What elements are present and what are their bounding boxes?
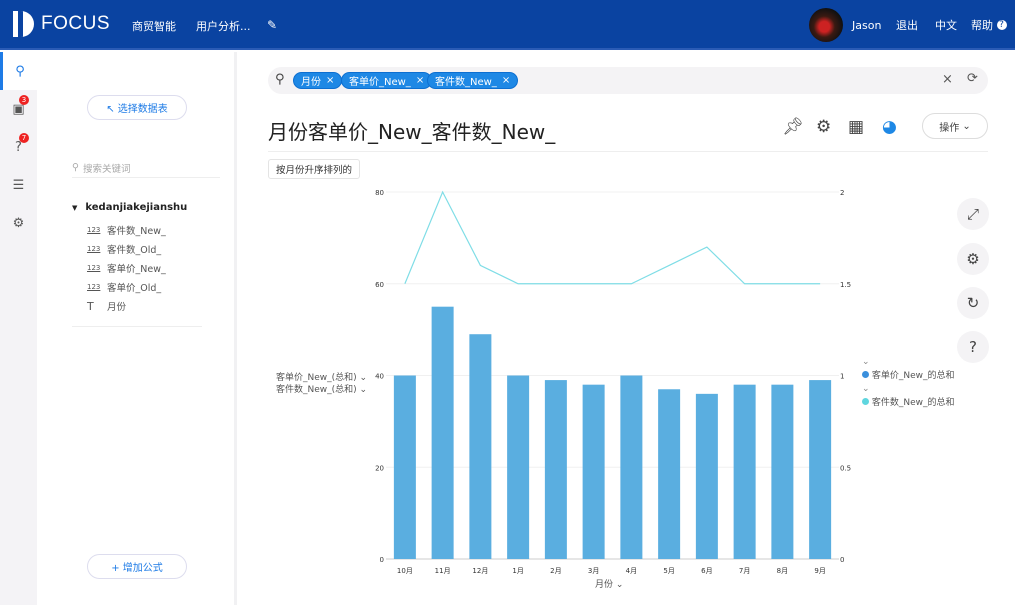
bar — [658, 389, 681, 559]
x-tick: 1月 — [512, 567, 523, 575]
bar — [809, 380, 832, 559]
y-right-tick: 1.5 — [840, 281, 851, 289]
bar — [771, 384, 794, 559]
bar — [431, 306, 454, 559]
y-right-tick: 2 — [840, 189, 844, 197]
x-tick: 10月 — [397, 567, 413, 575]
y-left-tick: 0 — [380, 556, 384, 564]
x-tick: 7月 — [739, 567, 750, 575]
x-tick: 12月 — [472, 567, 488, 575]
x-tick: 8月 — [777, 567, 788, 575]
y-left-tick: 80 — [375, 189, 384, 197]
x-tick: 6月 — [701, 567, 712, 575]
x-tick: 4月 — [626, 567, 637, 575]
y-right-tick: 0.5 — [840, 464, 851, 472]
bar — [507, 375, 530, 559]
y-left-tick: 20 — [375, 464, 384, 472]
line-series — [404, 190, 821, 285]
y-right-tick: 1 — [840, 373, 844, 381]
y-right-tick: 0 — [840, 556, 844, 564]
bar — [469, 334, 492, 559]
x-tick: 3月 — [588, 567, 599, 575]
bar — [733, 384, 756, 559]
x-tick: 9月 — [814, 567, 825, 575]
y-left-tick: 60 — [375, 281, 384, 289]
combo-chart: 0 20 40 60 80 0 0.5 1 1.5 2 10月 11月 12月 1月 2月 3月 4月 5月 6月 7… — [375, 189, 851, 575]
bar — [695, 393, 718, 559]
bar — [620, 375, 643, 559]
y-left-tick: 40 — [375, 373, 384, 381]
x-tick: 11月 — [435, 567, 451, 575]
bar — [393, 375, 416, 559]
bar — [544, 380, 567, 559]
bar — [582, 384, 605, 559]
x-tick: 5月 — [663, 567, 674, 575]
x-tick: 2月 — [550, 567, 561, 575]
